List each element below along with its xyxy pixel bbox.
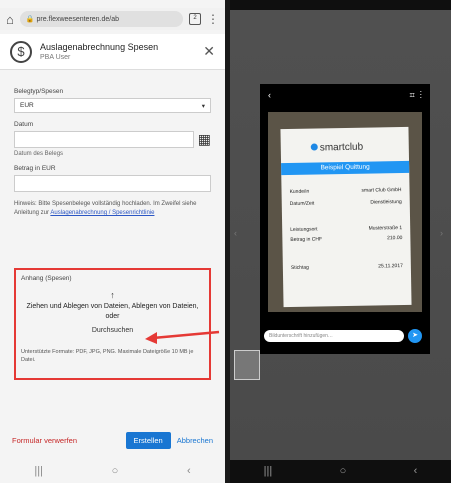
- date-input[interactable]: [14, 131, 194, 148]
- receipt-row: Betrag in CHF 210.00: [290, 235, 403, 243]
- info-paragraph: Hinweis: Bitte Spesenbelege vollständig …: [14, 200, 211, 218]
- receipt-paper: smartclub Beispiel Quittung Kunde/in smar…: [280, 126, 412, 308]
- tab-switcher-button[interactable]: 2: [189, 13, 201, 25]
- field-label: Belegtyp/Spesen: [14, 88, 64, 95]
- select-value: EUR: [20, 102, 34, 109]
- image-thumbnail[interactable]: [234, 350, 260, 380]
- send-icon[interactable]: ➤: [408, 329, 422, 343]
- crop-icon[interactable]: ⌗: [410, 90, 415, 100]
- red-annotation-arrow-icon: [145, 330, 220, 344]
- url-text: pre.flexweesenteren.de/ab: [36, 15, 120, 23]
- image-viewer: ‹ ⌗ ⋮ smartclub Beispiel Quittung Kunde/…: [260, 84, 430, 354]
- receipt-banner: Beispiel Quittung: [281, 160, 410, 176]
- amount-label: Betrag in EUR: [14, 165, 56, 172]
- receipt-row: Kunde/in smart Club GmbH: [289, 187, 402, 195]
- chevron-down-icon: ▾: [201, 102, 205, 110]
- chevron-left-icon: ‹: [234, 228, 237, 238]
- back-icon[interactable]: ‹: [414, 465, 418, 477]
- dollar-icon: $: [10, 40, 32, 63]
- back-icon[interactable]: ‹: [187, 465, 191, 477]
- discard-link[interactable]: Formular verwerfen: [12, 436, 126, 445]
- currency-select[interactable]: EUR ▾: [14, 98, 211, 113]
- format-hint: Unterstützte Formate: PDF, JPG, PNG. Max…: [21, 349, 194, 363]
- chevron-right-icon: ›: [440, 228, 443, 238]
- status-bar: [230, 0, 451, 10]
- android-nav-bar: ||| ○ ‹: [230, 458, 451, 483]
- receipt-row: Datum/Zeit Dienstleistung: [289, 199, 402, 207]
- info-link[interactable]: Auslagenabrechnung / Spesenrichtlinie: [50, 210, 154, 216]
- cancel-button[interactable]: Abbrechen: [177, 436, 213, 445]
- caption-input[interactable]: Bildunterschrift hinzufügen…: [264, 330, 404, 342]
- android-nav-bar: ||| ○ ‹: [0, 458, 225, 483]
- more-icon[interactable]: ⋮: [420, 90, 422, 100]
- create-button[interactable]: Erstellen: [125, 431, 171, 449]
- home-icon[interactable]: ⌂: [6, 12, 14, 27]
- dropzone-text: Ziehen und Ablegen von Dateien, Ablegen …: [26, 303, 199, 320]
- recents-icon[interactable]: |||: [264, 465, 273, 477]
- dialog-title: Auslagenabrechnung Spesen: [40, 42, 159, 52]
- dialog-subtitle: PBA User: [40, 54, 71, 61]
- left-phone-screen: ⌂ 🔒 pre.flexweesenteren.de/ab 2 ⋮ $ Ausl…: [0, 0, 225, 483]
- receipt-row: Leistungsort Musterstraße 1: [290, 225, 403, 233]
- date-hint: Datum des Belegs: [14, 151, 64, 157]
- status-bar: [0, 0, 225, 8]
- attachment-dropzone[interactable]: Anhang (Spesen) ↑ Ziehen und Ablegen von…: [14, 268, 220, 380]
- right-phone-screen: ‹ › ‹ ⌗ ⋮ smartclub Beispiel Quittung Ku…: [230, 0, 451, 483]
- attachment-caption: Anhang (Spesen): [21, 275, 72, 282]
- dialog-footer: Formular verwerfen Erstellen Abbrechen: [0, 425, 225, 455]
- calendar-icon[interactable]: ▦: [198, 131, 211, 148]
- menu-more-icon[interactable]: ⋮: [207, 12, 219, 26]
- lock-icon: 🔒: [25, 16, 37, 23]
- receipt-photo: smartclub Beispiel Quittung Kunde/in smar…: [268, 112, 422, 312]
- date-label: Datum: [14, 121, 34, 128]
- address-field[interactable]: 🔒 pre.flexweesenteren.de/ab: [19, 11, 183, 27]
- close-icon[interactable]: ✕: [203, 43, 215, 60]
- recents-icon[interactable]: |||: [34, 465, 43, 477]
- home-nav-icon[interactable]: ○: [340, 465, 347, 477]
- upload-icon: ↑: [110, 290, 115, 300]
- back-arrow-icon[interactable]: ‹: [268, 90, 271, 101]
- smartclub-logo: smartclub: [310, 142, 363, 154]
- dialog-header: $ Auslagenabrechnung Spesen PBA User ✕: [0, 34, 225, 70]
- amount-input[interactable]: [14, 175, 211, 192]
- browser-url-bar: ⌂ 🔒 pre.flexweesenteren.de/ab 2 ⋮: [0, 8, 225, 30]
- receipt-row: Stichtag 25.11.2017: [290, 263, 403, 271]
- home-nav-icon[interactable]: ○: [112, 465, 119, 477]
